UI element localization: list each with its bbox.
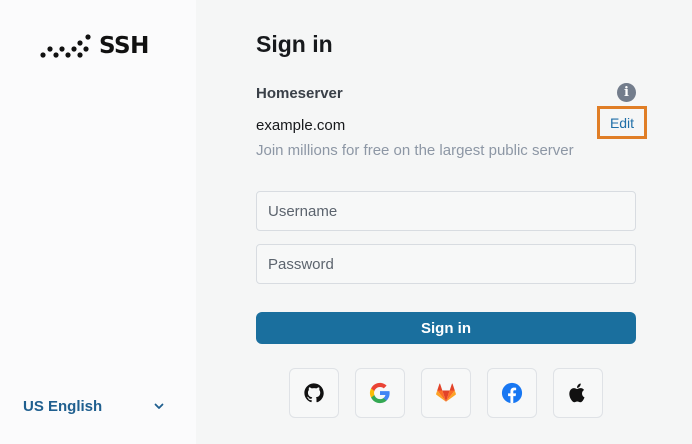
homeserver-description: Join millions for free on the largest pu… xyxy=(256,142,574,159)
sso-github-button[interactable] xyxy=(289,368,339,418)
edit-homeserver-button[interactable]: Edit xyxy=(597,106,647,139)
sso-google-button[interactable] xyxy=(355,368,405,418)
info-icon[interactable]: i xyxy=(617,83,636,102)
sso-apple-button[interactable] xyxy=(553,368,603,418)
logo-text: SSH xyxy=(99,32,149,59)
github-icon xyxy=(304,383,324,403)
google-icon xyxy=(369,382,390,404)
language-label: US English xyxy=(23,397,103,415)
apple-icon xyxy=(569,383,585,403)
username-input[interactable] xyxy=(256,191,636,231)
homeserver-value: example.com xyxy=(256,117,346,134)
language-selector[interactable]: US English xyxy=(23,396,165,416)
homeserver-label: Homeserver xyxy=(256,85,343,102)
gitlab-icon xyxy=(436,383,456,402)
page-title: Sign in xyxy=(256,31,333,57)
password-input[interactable] xyxy=(256,244,636,284)
sso-facebook-button[interactable] xyxy=(487,368,537,418)
app-logo: SSH xyxy=(40,33,149,59)
sidebar: SSH US English xyxy=(0,0,196,444)
facebook-icon xyxy=(501,382,523,404)
sso-gitlab-button[interactable] xyxy=(421,368,471,418)
sign-in-button[interactable]: Sign in xyxy=(256,312,636,344)
logo-dots-icon xyxy=(40,34,91,58)
sign-in-panel: Sign in Homeserver i example.com Edit Jo… xyxy=(196,0,692,444)
chevron-down-icon xyxy=(154,403,164,409)
